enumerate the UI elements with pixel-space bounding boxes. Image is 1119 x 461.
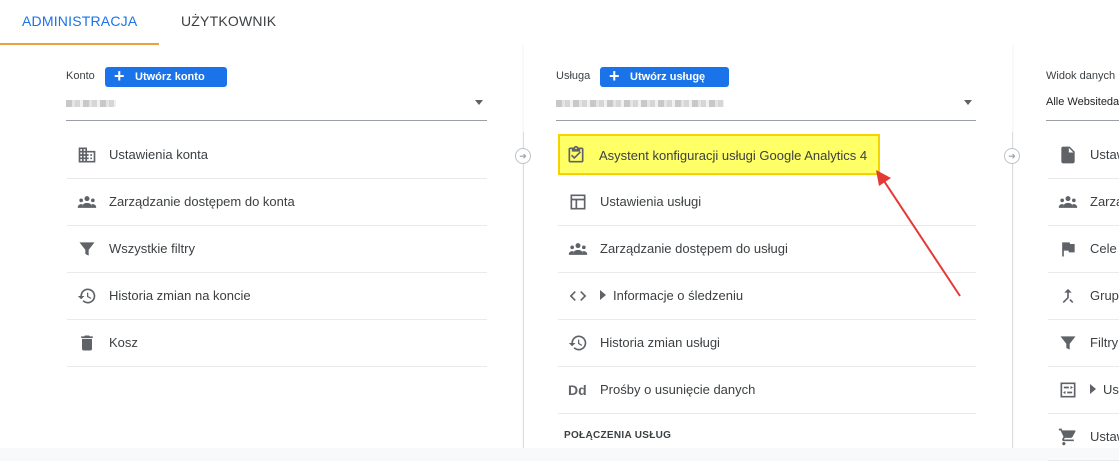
account-settings-item[interactable]: Ustawienia konta (67, 132, 487, 179)
arrow-right-icon: ➔ (515, 148, 531, 164)
property-access-label: Zarządzanie dostępem do usługi (600, 241, 788, 256)
tab-bar: ADMINISTRACJA UŻYTKOWNIK (0, 0, 1119, 45)
view-item[interactable]: Ustawienia widoku (1048, 132, 1119, 179)
view-item-label: Ustawienia widoku (1090, 147, 1119, 162)
people-icon (568, 243, 588, 255)
redacted-property-name (556, 100, 724, 107)
column-divider (1012, 132, 1013, 448)
history-icon (568, 335, 587, 351)
create-account-label: Utwórz konto (135, 71, 205, 83)
property-settings-item[interactable]: Ustawienia usługi (558, 179, 976, 226)
view-item[interactable]: Cele (1048, 226, 1119, 273)
all-filters-item[interactable]: Wszystkie filtry (67, 226, 487, 273)
view-item-label: Ustawienia e-commerce (1090, 429, 1119, 444)
tracking-info-label-wrap: Informacje o śledzeniu (600, 288, 743, 303)
cart-icon (1058, 428, 1076, 446)
view-item[interactable]: Ustawienia kanału (1048, 367, 1119, 414)
account-access-item[interactable]: Zarządzanie dostępem do konta (67, 179, 487, 226)
account-selector[interactable] (66, 94, 487, 121)
account-access-label: Zarządzanie dostępem do konta (109, 194, 295, 209)
chevron-down-icon (964, 100, 972, 105)
view-selector-value: Alle Websitedaten (1046, 96, 1119, 108)
account-history-label: Historia zmian na koncie (109, 288, 251, 303)
tracking-info-label: Informacje o śledzeniu (613, 288, 744, 303)
building-icon (78, 147, 96, 163)
code-icon (569, 291, 587, 301)
tab-user[interactable]: UŻYTKOWNIK (181, 0, 276, 45)
filter-icon (79, 242, 95, 256)
view-item[interactable]: Ustawienia e-commerce (1048, 414, 1119, 461)
property-settings-label: Ustawienia usługi (600, 194, 702, 209)
chevron-down-icon (475, 100, 483, 105)
dd-icon: Dd (568, 382, 587, 398)
create-property-button[interactable]: + Utwórz usługę (600, 66, 729, 87)
clipboard-check-icon (568, 145, 584, 163)
data-deletion-item[interactable]: Dd Prośby o usunięcie danych (558, 367, 976, 414)
people-icon (1058, 196, 1078, 208)
account-settings-label: Ustawienia konta (109, 147, 208, 162)
view-selector[interactable]: Alle Websitedaten (1046, 94, 1119, 121)
expand-triangle-icon (600, 290, 606, 300)
document-icon (1061, 146, 1075, 164)
view-item-label: Cele (1090, 241, 1117, 256)
tab-administration[interactable]: ADMINISTRACJA (0, 0, 160, 45)
view-item-label: Ustawienia kanału (1090, 382, 1119, 397)
view-item-label: Filtry (1090, 335, 1119, 350)
tracking-info-item[interactable]: Informacje o śledzeniu (558, 273, 976, 320)
merge-icon (1062, 288, 1074, 304)
trash-label: Kosz (109, 335, 138, 350)
arrow-right-icon: ➔ (1004, 148, 1020, 164)
view-item[interactable]: Filtry (1048, 320, 1119, 367)
layout-icon (570, 194, 586, 210)
flag-icon (1062, 242, 1075, 257)
trash-icon (81, 335, 93, 351)
all-filters-label: Wszystkie filtry (109, 241, 195, 256)
data-deletion-label: Prośby o usunięcie danych (600, 382, 756, 397)
account-label: Konto (66, 70, 95, 82)
trash-item[interactable]: Kosz (67, 320, 487, 367)
property-history-item[interactable]: Historia zmian usługi (558, 320, 976, 367)
create-property-label: Utwórz usługę (630, 71, 706, 83)
plus-icon: + (114, 66, 125, 86)
ga4-setup-assistant-label: Asystent konfiguracji usługi Google Anal… (599, 148, 868, 163)
create-account-button[interactable]: + Utwórz konto (105, 66, 227, 87)
property-links-heading: POŁĄCZENIA USŁUG (564, 430, 672, 441)
view-item-label: Zarządzanie dostępem do widoku (1090, 194, 1119, 209)
plus-icon: + (609, 66, 620, 86)
channel-icon (1060, 382, 1076, 398)
property-access-item[interactable]: Zarządzanie dostępem do usługi (558, 226, 976, 273)
account-history-item[interactable]: Historia zmian na koncie (67, 273, 487, 320)
view-item-label: Grupowanie treści (1090, 288, 1119, 303)
people-icon (77, 196, 97, 208)
history-icon (77, 288, 96, 304)
view-label: Widok danych (1046, 70, 1116, 82)
view-item[interactable]: Grupowanie treści (1048, 273, 1119, 320)
property-history-label: Historia zmian usługi (600, 335, 720, 350)
redacted-account-name (66, 100, 116, 107)
property-label: Usługa (556, 70, 591, 82)
property-selector[interactable] (556, 94, 976, 121)
column-divider (523, 132, 524, 448)
filter-icon (1060, 336, 1076, 350)
ga4-setup-assistant-item[interactable]: Asystent konfiguracji usługi Google Anal… (558, 134, 880, 175)
expand-triangle-icon (1090, 384, 1096, 394)
view-item[interactable]: Zarządzanie dostępem do widoku (1048, 179, 1119, 226)
